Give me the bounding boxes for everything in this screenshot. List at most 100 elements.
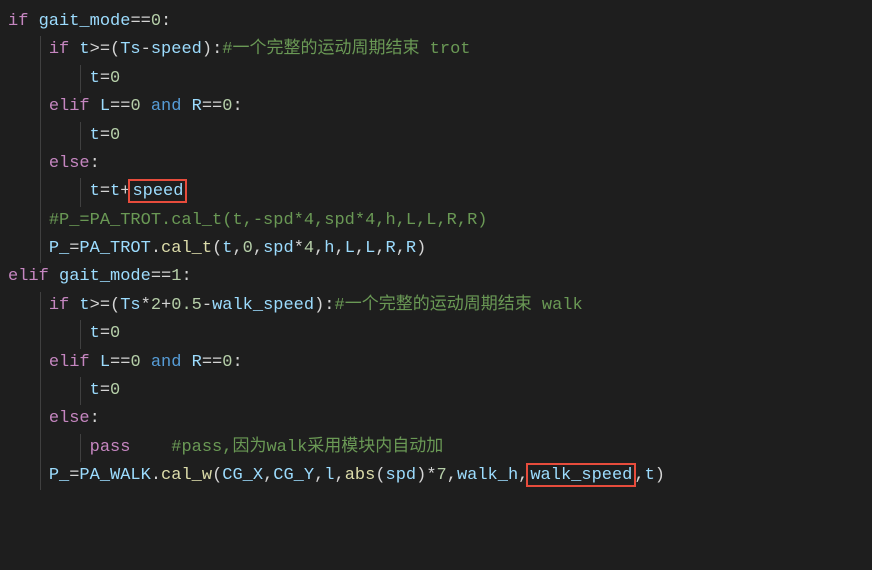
indent [8, 239, 49, 258]
keyword-if: if [8, 12, 28, 31]
arg: L [365, 239, 375, 258]
paren: ) [416, 239, 426, 258]
operator: == [110, 353, 130, 372]
paren: ) [314, 296, 324, 315]
comma: , [253, 239, 263, 258]
code-line[interactable]: t=0 [0, 122, 872, 150]
number: 0 [222, 353, 232, 372]
code-line[interactable]: if t>=(Ts*2+0.5-walk_speed):#一个完整的运动周期结束… [0, 292, 872, 320]
code-line[interactable]: else: [0, 405, 872, 433]
code-line[interactable]: elif L==0 and R==0: [0, 93, 872, 121]
highlighted-speed: speed [128, 179, 187, 203]
arg: CG_X [222, 466, 263, 485]
arg: t [645, 466, 655, 485]
code-line[interactable]: t=0 [0, 377, 872, 405]
paren: ) [202, 40, 212, 59]
arg: walk_h [457, 466, 518, 485]
code-line[interactable]: t=t+speed [0, 178, 872, 206]
keyword-pass: pass [90, 438, 131, 457]
colon: : [212, 40, 222, 59]
code-line[interactable]: t=0 [0, 320, 872, 348]
variable: P_ [49, 239, 69, 258]
variable: walk_speed [212, 296, 314, 315]
indent [8, 324, 90, 343]
operator: * [426, 466, 436, 485]
number: 0 [110, 381, 120, 400]
code-line[interactable]: if gait_mode==0: [0, 8, 872, 36]
keyword-elif: elif [49, 353, 90, 372]
variable: gait_mode [39, 12, 131, 31]
code-line[interactable]: pass #pass,因为walk采用模块内自动加 [0, 434, 872, 462]
number: 0 [130, 97, 140, 116]
operator: = [69, 239, 79, 258]
variable: t [90, 126, 100, 145]
comment: #一个完整的运动周期结束 trot [222, 40, 470, 59]
code-line[interactable]: else: [0, 150, 872, 178]
arg: CG_Y [273, 466, 314, 485]
paren: ( [110, 296, 120, 315]
colon: : [90, 409, 100, 428]
indent [8, 154, 49, 173]
operator: == [130, 12, 150, 31]
operator: = [100, 69, 110, 88]
variable: R [192, 97, 202, 116]
indent [8, 182, 90, 201]
arg: spd [263, 239, 294, 258]
operator: - [141, 40, 151, 59]
code-line[interactable]: P_=PA_WALK.cal_w(CG_X,CG_Y,l,abs(spd)*7,… [0, 462, 872, 490]
arg: R [386, 239, 396, 258]
operator: == [202, 97, 222, 116]
operator: == [151, 267, 171, 286]
variable: t [79, 296, 89, 315]
comma: , [375, 239, 385, 258]
arg: R [406, 239, 416, 258]
indent [8, 409, 49, 428]
indent [8, 353, 49, 372]
comma: , [263, 466, 273, 485]
code-line[interactable]: if t>=(Ts-speed):#一个完整的运动周期结束 trot [0, 36, 872, 64]
operator: = [69, 466, 79, 485]
keyword-else: else [49, 154, 90, 173]
comma: , [232, 239, 242, 258]
variable: P_ [49, 466, 69, 485]
indent [8, 381, 90, 400]
arg: l [324, 466, 334, 485]
paren: ( [212, 466, 222, 485]
code-line[interactable]: t=0 [0, 65, 872, 93]
variable: t [110, 182, 120, 201]
variable: t [79, 40, 89, 59]
arg: 4 [304, 239, 314, 258]
arg: spd [386, 466, 417, 485]
keyword-else: else [49, 409, 90, 428]
arg: 7 [437, 466, 447, 485]
operator: * [141, 296, 151, 315]
operator: * [294, 239, 304, 258]
variable: R [192, 353, 202, 372]
colon: : [161, 12, 171, 31]
variable: t [90, 69, 100, 88]
arg: h [324, 239, 334, 258]
code-line[interactable]: elif gait_mode==1: [0, 263, 872, 291]
code-line[interactable]: elif L==0 and R==0: [0, 349, 872, 377]
number: 1 [171, 267, 181, 286]
variable: t [90, 182, 100, 201]
keyword-and: and [151, 97, 182, 116]
variable: t [90, 324, 100, 343]
operator: = [100, 381, 110, 400]
comma: , [335, 466, 345, 485]
operator: >= [90, 296, 110, 315]
number: 2 [151, 296, 161, 315]
indent [8, 69, 90, 88]
arg: t [222, 239, 232, 258]
space [130, 438, 171, 457]
dot: . [151, 466, 161, 485]
comment: #一个完整的运动周期结束 walk [335, 296, 583, 315]
code-line[interactable]: P_=PA_TROT.cal_t(t,0,spd*4,h,L,L,R,R) [0, 235, 872, 263]
code-editor[interactable]: if gait_mode==0: if t>=(Ts-speed):#一个完整的… [0, 8, 872, 490]
code-line[interactable]: #P_=PA_TROT.cal_t(t,-spd*4,spd*4,h,L,L,R… [0, 207, 872, 235]
highlighted-walk-speed: walk_speed [526, 463, 636, 487]
colon: : [181, 267, 191, 286]
operator: >= [90, 40, 110, 59]
variable: L [100, 353, 110, 372]
number: 0 [110, 126, 120, 145]
